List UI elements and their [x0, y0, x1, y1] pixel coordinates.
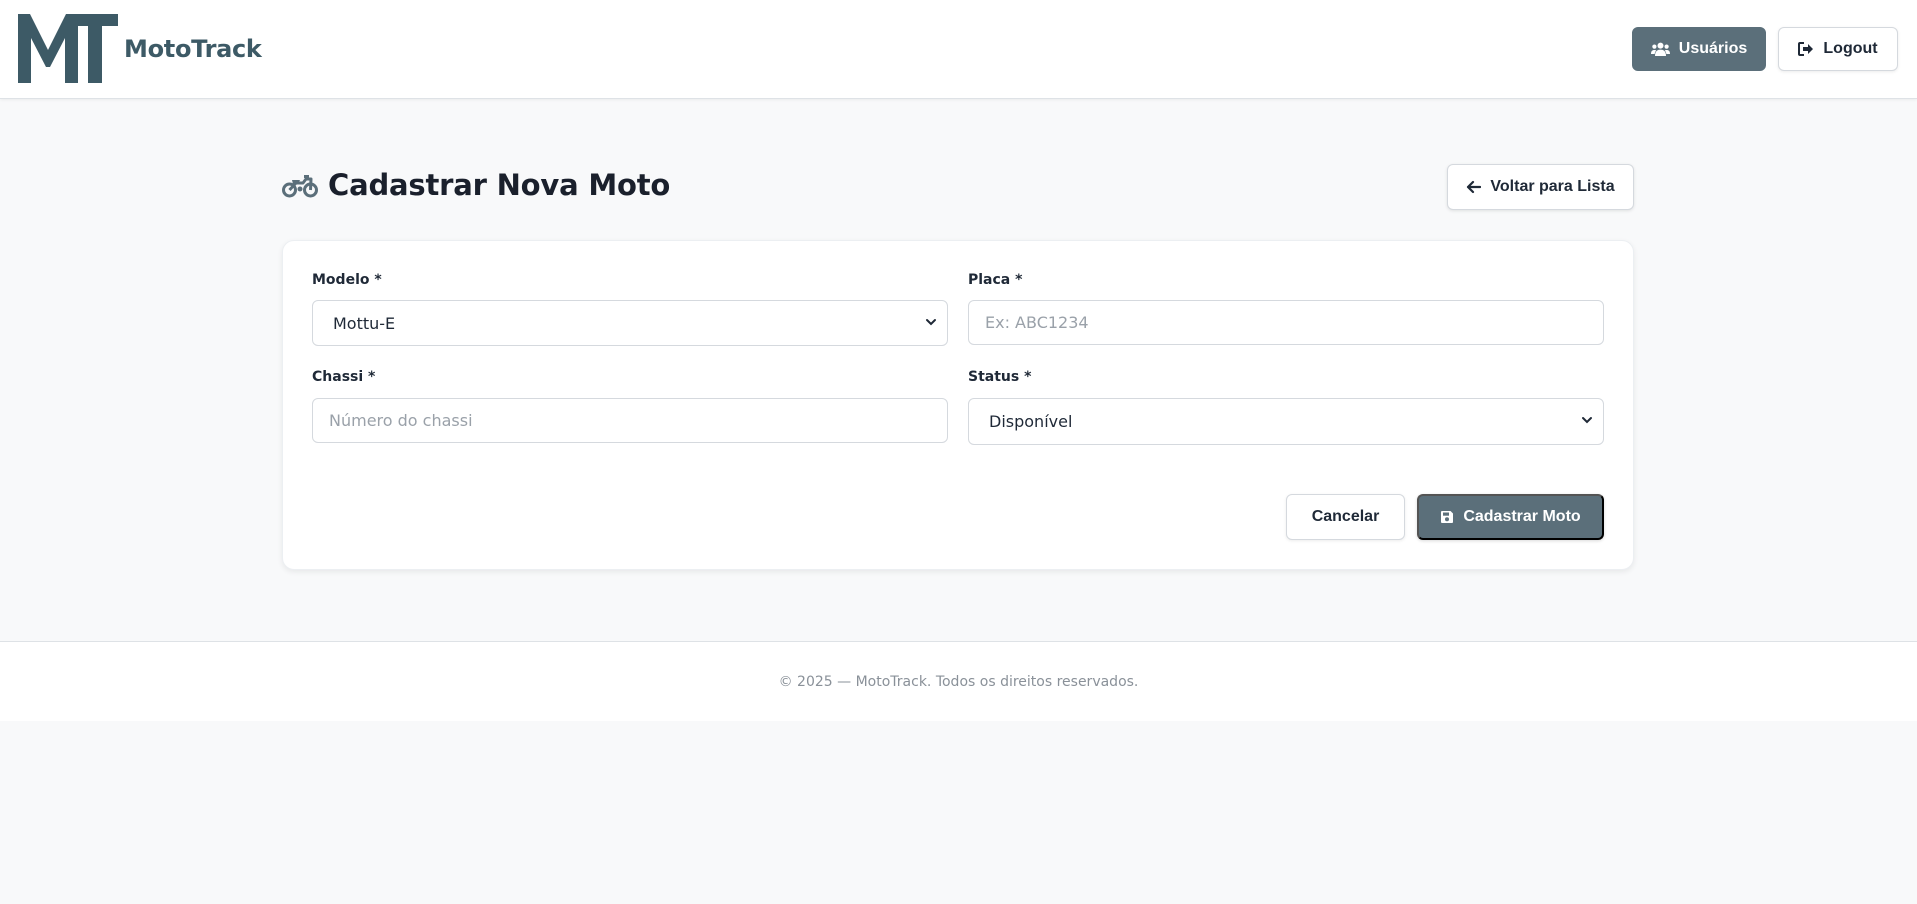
- chevron-down-icon: [925, 316, 937, 328]
- modelo-select[interactable]: Mottu-E: [312, 300, 948, 346]
- brand-link[interactable]: MotoTrack: [18, 14, 262, 83]
- users-button[interactable]: Usuários: [1632, 27, 1766, 71]
- modelo-select-value: Mottu-E: [333, 313, 396, 333]
- chevron-down-icon: [1581, 414, 1593, 426]
- logout-button-label: Logout: [1823, 40, 1878, 57]
- cancel-button[interactable]: Cancelar: [1286, 494, 1405, 540]
- submit-moto-button[interactable]: Cadastrar Moto: [1417, 494, 1604, 540]
- placa-input[interactable]: Ex: ABC1234: [968, 300, 1604, 345]
- back-to-list-button[interactable]: Voltar para Lista: [1447, 164, 1634, 210]
- chassi-label: Chassi *: [312, 369, 376, 385]
- modelo-label: Modelo *: [312, 272, 382, 288]
- page-footer: © 2025 — MotoTrack. Todos os direitos re…: [0, 641, 1917, 721]
- placa-label: Placa *: [968, 272, 1023, 288]
- page-title: Cadastrar Nova Moto: [328, 168, 671, 202]
- chassi-input[interactable]: Número do chassi: [312, 398, 948, 443]
- footer-copyright: © 2025 — MotoTrack. Todos os direitos re…: [778, 673, 1139, 690]
- placa-placeholder: Ex: ABC1234: [985, 313, 1089, 332]
- status-label: Status *: [968, 369, 1032, 385]
- logout-icon: [1798, 42, 1814, 56]
- page-header: Cadastrar Nova Moto: [282, 168, 670, 202]
- top-navbar: MotoTrack Usuários Logout: [0, 0, 1917, 99]
- users-icon: [1650, 42, 1670, 56]
- status-select[interactable]: Disponível: [968, 398, 1604, 445]
- users-button-label: Usuários: [1678, 40, 1748, 57]
- brand-name: MotoTrack: [124, 34, 262, 63]
- arrow-left-icon: [1466, 180, 1482, 194]
- chassi-placeholder: Número do chassi: [329, 411, 473, 430]
- mototrack-logo: [18, 14, 118, 83]
- motorcycle-icon: [282, 171, 318, 199]
- logout-button[interactable]: Logout: [1778, 27, 1898, 71]
- submit-button-label: Cadastrar Moto: [1463, 508, 1581, 525]
- back-button-label: Voltar para Lista: [1490, 178, 1615, 195]
- save-icon: [1440, 510, 1454, 524]
- status-select-value: Disponível: [989, 412, 1073, 431]
